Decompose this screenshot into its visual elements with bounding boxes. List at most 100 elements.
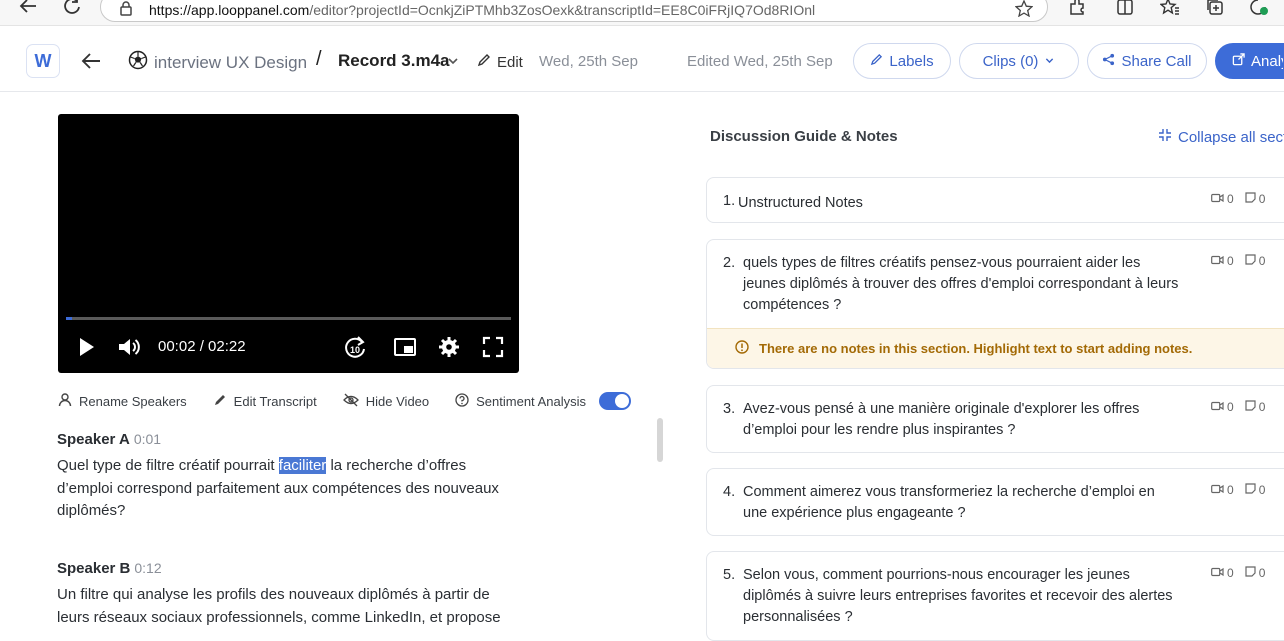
project-name: interview UX Design <box>154 52 308 72</box>
external-link-icon <box>1232 52 1245 70</box>
hide-video-label: Hide Video <box>365 393 430 409</box>
back-arrow-icon[interactable] <box>80 50 102 72</box>
share-icon <box>1102 53 1115 70</box>
picture-in-picture-icon[interactable] <box>392 334 418 360</box>
skip-forward-10-icon[interactable]: 10 <box>342 334 368 360</box>
rename-speakers-label: Rename Speakers <box>79 393 187 409</box>
no-notes-warning: There are no notes in this section. High… <box>707 328 1284 368</box>
note-count: 0 <box>1258 254 1266 268</box>
section-title: Unstructured Notes <box>738 195 863 211</box>
settings-gear-icon[interactable] <box>436 334 462 360</box>
edited-date: Edited Wed, 25th Sep <box>687 53 833 70</box>
video-clip-icon <box>1211 483 1224 497</box>
address-bar[interactable]: https://app.looppanel.com/editor?project… <box>100 0 1048 22</box>
pencil-icon <box>870 53 883 70</box>
section-number: 3. <box>723 401 736 417</box>
note-icon <box>1245 566 1256 580</box>
reload-icon[interactable] <box>61 0 83 17</box>
section-counts: 0 0 <box>1211 254 1265 268</box>
clips-button[interactable]: Clips (0) <box>959 43 1079 79</box>
edit-label: Edit <box>497 53 523 71</box>
guide-section[interactable]: 2. quels types de filtres créatifs pense… <box>706 239 1284 369</box>
edit-transcript-label: Edit Transcript <box>233 393 317 409</box>
guide-section[interactable]: 3. Avez-vous pensé à une manière origina… <box>706 385 1284 453</box>
video-clip-icon <box>1211 400 1224 414</box>
video-clip-icon <box>1211 192 1224 206</box>
clip-count: 0 <box>1227 254 1234 268</box>
recording-date: Wed, 25th Sep <box>539 53 638 70</box>
transcript-scrollbar[interactable] <box>657 418 663 462</box>
app-header: W interview UX Design / Record 3.m4a Edi… <box>0 30 1284 92</box>
svg-text:10: 10 <box>350 345 360 355</box>
soccer-ball-icon <box>128 50 148 75</box>
breadcrumb-separator: / <box>316 48 322 70</box>
volume-icon[interactable] <box>116 334 142 360</box>
video-clip-icon <box>1211 254 1224 268</box>
note-icon <box>1245 192 1256 206</box>
utterance-text-segment: Quel type de filtre créatif pourrait <box>57 457 279 474</box>
pencil-icon <box>213 393 227 410</box>
section-counts: 0 0 <box>1211 566 1265 580</box>
video-progress-bar[interactable] <box>66 317 511 320</box>
speaker-timestamp[interactable]: 0:01 <box>134 431 161 447</box>
guide-section[interactable]: 1. Unstructured Notes 0 0 <box>706 177 1284 223</box>
question-circle-icon[interactable] <box>455 392 469 410</box>
user-icon <box>58 392 72 410</box>
recording-title[interactable]: Record 3.m4a <box>338 51 450 71</box>
section-title: Selon vous, comment pourrions-nous encou… <box>743 567 1173 625</box>
video-time: 00:02 / 02:22 <box>158 338 246 355</box>
speaker-name: Speaker B <box>57 560 131 577</box>
note-count: 0 <box>1258 566 1266 580</box>
edit-transcript-button[interactable]: Edit Transcript <box>213 393 317 410</box>
section-number: 4. <box>723 484 736 500</box>
no-notes-message: There are no notes in this section. High… <box>759 341 1193 356</box>
play-icon[interactable] <box>74 334 100 360</box>
labels-button[interactable]: Labels <box>853 43 951 79</box>
section-title: Avez-vous pensé à une manière originale … <box>743 401 1140 438</box>
split-screen-icon[interactable] <box>1114 0 1136 18</box>
labels-label: Labels <box>889 52 934 70</box>
fullscreen-icon[interactable] <box>480 334 506 360</box>
sentiment-toggle[interactable] <box>598 392 631 410</box>
favorites-icon[interactable] <box>1159 0 1181 18</box>
collapse-all-label: Collapse all sections <box>1178 128 1284 146</box>
url-path: /editor?projectId=OcnkjZiPTMhb3ZosOexk&t… <box>309 2 816 18</box>
sentiment-analysis-control: Sentiment Analysis <box>455 392 631 410</box>
favorite-star-icon[interactable] <box>1014 0 1034 22</box>
clip-count: 0 <box>1227 400 1234 414</box>
rename-speakers-button[interactable]: Rename Speakers <box>58 392 187 410</box>
eye-off-icon <box>342 393 359 410</box>
speaker-label[interactable]: Speaker B 0:12 <box>57 560 162 577</box>
section-number: 5. <box>723 567 736 583</box>
video-clip-icon <box>1211 566 1224 580</box>
utterance-text[interactable]: Un filtre qui analyse les profils des no… <box>57 584 517 629</box>
edit-button[interactable]: Edit <box>477 53 523 71</box>
highlighted-text[interactable]: faciliter <box>278 457 327 474</box>
extensions-icon[interactable] <box>1066 0 1088 18</box>
chevron-down-icon[interactable] <box>446 54 460 68</box>
guide-section[interactable]: 5. Selon vous, comment pourrions-nous en… <box>706 551 1284 641</box>
section-number: 1. <box>723 193 736 209</box>
video-player[interactable]: 00:02 / 02:22 10 <box>58 114 519 373</box>
project-breadcrumb[interactable]: interview UX Design <box>128 50 307 75</box>
share-call-button[interactable]: Share Call <box>1087 43 1207 79</box>
url-text: https://app.looppanel.com/editor?project… <box>149 2 815 18</box>
note-icon <box>1245 483 1256 497</box>
utterance-text[interactable]: Quel type de filtre créatif pourrait fac… <box>57 455 517 523</box>
collections-icon[interactable] <box>1204 0 1226 18</box>
note-icon <box>1245 400 1256 414</box>
speaker-name: Speaker A <box>57 431 130 448</box>
back-arrow-icon[interactable] <box>17 0 39 18</box>
speaker-label[interactable]: Speaker A 0:01 <box>57 431 161 448</box>
analyze-button[interactable]: Analyze <box>1215 43 1284 79</box>
hide-video-button[interactable]: Hide Video <box>342 393 430 410</box>
workspace-logo[interactable]: W <box>26 44 60 78</box>
clip-count: 0 <box>1227 566 1234 580</box>
collapse-all-button[interactable]: Collapse all sections <box>1158 128 1284 146</box>
browser-essentials-icon[interactable] <box>1248 0 1270 18</box>
guide-section[interactable]: 4. Comment aimerez vous transformeriez l… <box>706 468 1284 536</box>
chevron-down-icon <box>1044 53 1055 70</box>
discussion-guide-title: Discussion Guide & Notes <box>710 128 898 145</box>
pencil-icon <box>477 53 491 71</box>
speaker-timestamp[interactable]: 0:12 <box>134 560 161 576</box>
